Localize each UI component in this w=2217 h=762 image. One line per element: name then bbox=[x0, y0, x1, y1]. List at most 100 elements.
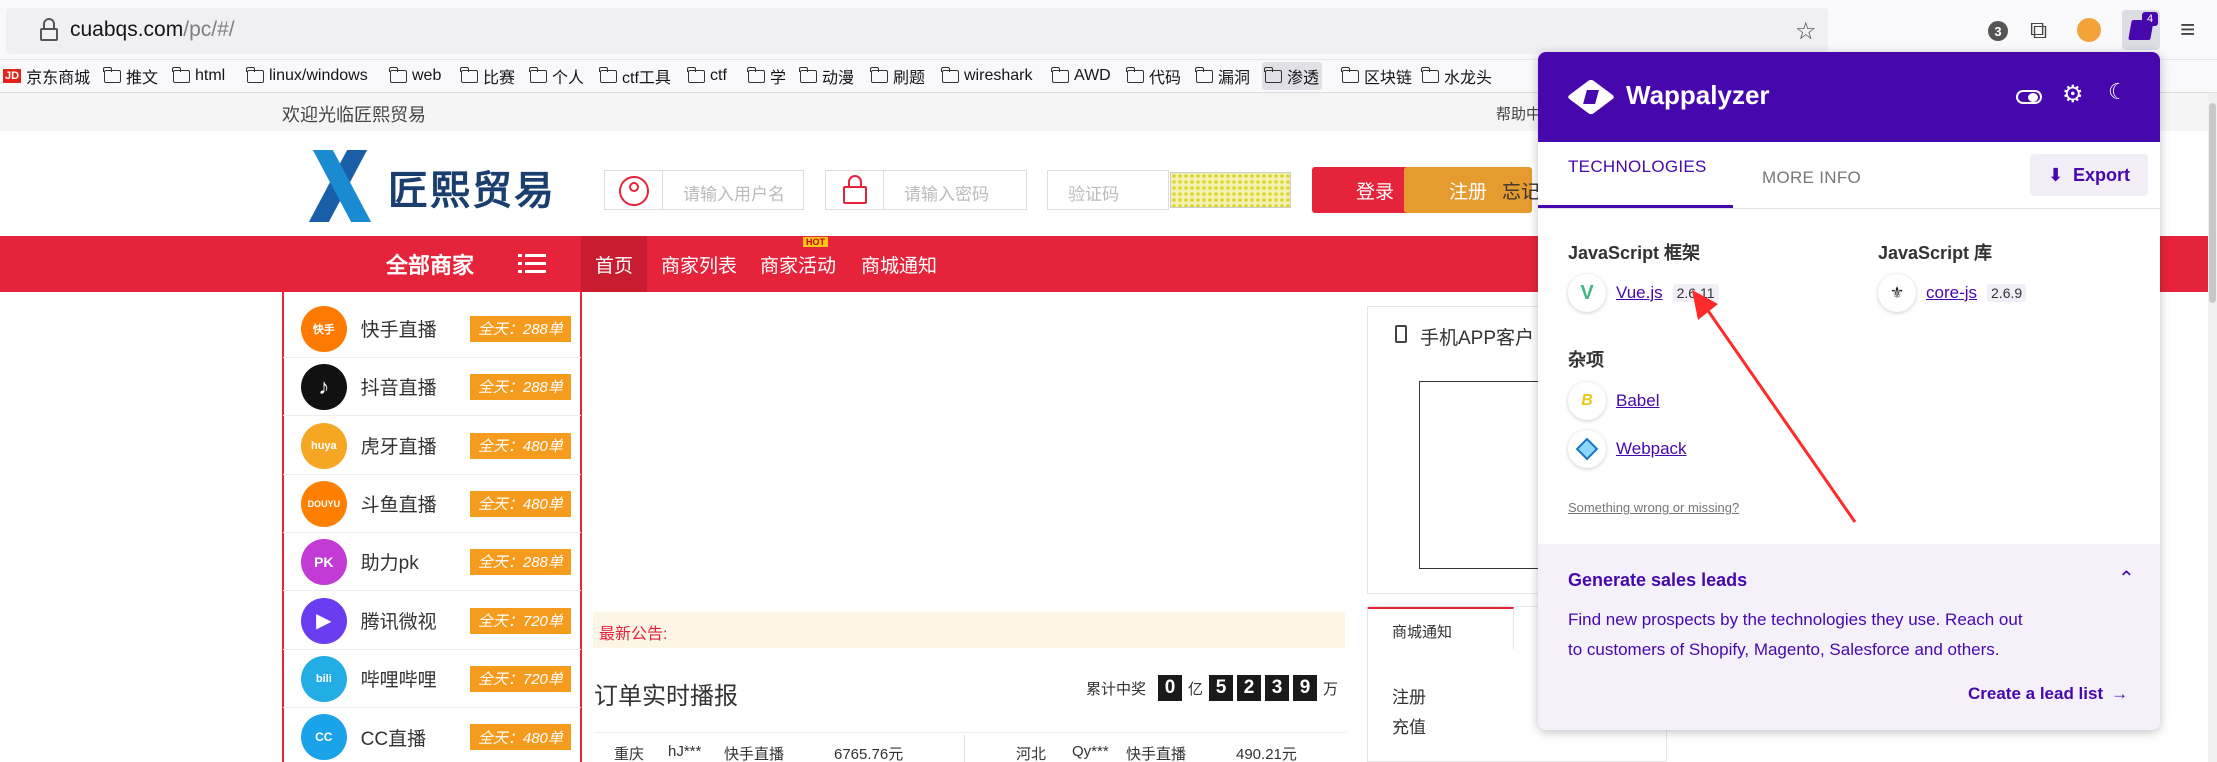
scrollbar-thumb[interactable] bbox=[2209, 103, 2216, 303]
cc-icon: CC bbox=[301, 714, 347, 760]
merchant-item[interactable]: CC CC直播 全天：480单 bbox=[283, 708, 581, 762]
bookmark-folder[interactable]: wireshark bbox=[941, 62, 1032, 90]
counter-badge-icon[interactable]: 3 bbox=[1988, 21, 2008, 41]
bookmark-folder[interactable]: html bbox=[172, 62, 225, 90]
export-label: Export bbox=[2073, 164, 2131, 185]
create-lead-list-link[interactable]: Create a lead list → bbox=[1968, 684, 2128, 704]
bookmark-folder[interactable]: web bbox=[389, 62, 442, 90]
settings-gear-icon[interactable]: ⚙ bbox=[2062, 80, 2084, 109]
site-logo[interactable]: 匠熙贸易 bbox=[296, 150, 566, 222]
order-amount: 490.21元 bbox=[1236, 746, 1297, 762]
order-region: 河北 bbox=[1016, 746, 1047, 762]
order-user: Qy*** bbox=[1072, 743, 1109, 760]
extensions-puzzle-icon[interactable]: ⧉ bbox=[2030, 17, 2047, 45]
collapse-chevron-up-icon[interactable]: ⌃ bbox=[2118, 566, 2135, 591]
folder-icon bbox=[1051, 66, 1069, 83]
menu-icon[interactable]: ≡ bbox=[2180, 14, 2195, 45]
merchant-name: 腾讯微视 bbox=[360, 612, 437, 633]
export-button[interactable]: ⬇ Export bbox=[2030, 154, 2148, 196]
bookmark-folder[interactable]: ctf工具 bbox=[599, 62, 671, 90]
bookmark-label: ctf bbox=[710, 67, 727, 84]
captcha-image[interactable] bbox=[1170, 172, 1291, 208]
password-field[interactable]: 请输入密码 bbox=[825, 170, 1027, 210]
merchant-item[interactable]: huya 虎牙直播 全天：480单 bbox=[283, 417, 581, 475]
captcha-field[interactable]: 验证码 bbox=[1047, 170, 1169, 210]
total-digit: 0 bbox=[1158, 675, 1183, 701]
bookmark-folder[interactable]: 渗透 bbox=[1262, 62, 1323, 90]
notice-bar: 最新公告: bbox=[593, 612, 1345, 648]
bookmark-folder[interactable]: 学 bbox=[747, 62, 786, 90]
bookmark-folder[interactable]: 推文 bbox=[103, 62, 158, 90]
tab-divider bbox=[1538, 208, 2160, 209]
merchant-item[interactable]: ♪ 抖音直播 全天：288单 bbox=[283, 358, 581, 416]
merchant-badge: 全天：480单 bbox=[469, 432, 571, 459]
url-bar[interactable] bbox=[6, 8, 1828, 54]
bookmark-folder[interactable]: 刷题 bbox=[870, 62, 925, 90]
extension-count-badge: 4 bbox=[2142, 12, 2158, 26]
bookmark-folder[interactable]: ctf bbox=[687, 62, 727, 90]
merchant-badge: 全天：480单 bbox=[469, 724, 571, 750]
nav-home[interactable]: 首页 bbox=[581, 236, 647, 292]
merchant-item[interactable]: 快手 快手直播 全天：288单 bbox=[283, 300, 581, 358]
toggle-icon[interactable] bbox=[2016, 90, 2042, 104]
username-placeholder: 请输入用户名 bbox=[683, 185, 785, 204]
bookmark-folder[interactable]: AWD bbox=[1051, 62, 1111, 90]
bookmark-folder[interactable]: 动漫 bbox=[799, 62, 854, 90]
dark-mode-moon-icon[interactable]: ☾ bbox=[2108, 79, 2128, 105]
side-link-register[interactable]: 注册 bbox=[1392, 683, 1426, 708]
bookmark-label: web bbox=[412, 67, 442, 84]
tech-item-webpack[interactable]: Webpack bbox=[1568, 430, 1687, 468]
merchant-item[interactable]: PK 助力pk 全天：288单 bbox=[283, 533, 581, 591]
annotation-arrow-line bbox=[1700, 301, 1857, 523]
bookmark-folder[interactable]: linux/windows bbox=[246, 62, 368, 90]
merchant-item[interactable]: bili 哔哩哔哩 全天：720单 bbox=[283, 650, 581, 708]
nav-merchant-list[interactable]: 商家列表 bbox=[661, 236, 737, 292]
category-misc: 杂项 bbox=[1568, 350, 1604, 370]
weishi-icon: ▶ bbox=[301, 597, 347, 644]
merchant-name: 虎牙直播 bbox=[360, 437, 437, 458]
total-digit: 3 bbox=[1265, 675, 1290, 701]
tech-item-corejs[interactable]: ⚜ core-js 2.6.9 bbox=[1878, 274, 2027, 312]
bookmark-folder[interactable]: 代码 bbox=[1126, 62, 1181, 90]
fox-extension-icon[interactable] bbox=[2077, 18, 2101, 42]
wappalyzer-logo-icon bbox=[1566, 74, 1616, 120]
folder-icon bbox=[1421, 66, 1439, 83]
bookmark-star-icon[interactable]: ☆ bbox=[1795, 17, 1817, 46]
bookmark-folder[interactable]: 区块链 bbox=[1341, 62, 1412, 90]
leads-text-line-2: to customers of Shopify, Magento, Salesf… bbox=[1568, 640, 2000, 659]
counter-badge-value: 3 bbox=[1994, 23, 2002, 39]
page-scrollbar[interactable] bbox=[2208, 93, 2217, 762]
url-path: /pc/#/ bbox=[183, 18, 235, 41]
merchant-item[interactable]: ▶ 腾讯微视 全天：720单 bbox=[283, 592, 581, 650]
tab-more-info[interactable]: MORE INFO bbox=[1762, 168, 1861, 188]
kuaishou-icon: 快手 bbox=[301, 305, 347, 352]
order-region: 重庆 bbox=[614, 746, 645, 762]
all-merchants-label[interactable]: 全部商家 bbox=[386, 236, 474, 292]
category-js-library: JavaScript 库 bbox=[1878, 243, 1993, 263]
merchant-name: 快手直播 bbox=[360, 320, 437, 341]
bookmark-folder[interactable]: 漏洞 bbox=[1195, 62, 1250, 90]
tech-item-babel[interactable]: B Babel bbox=[1568, 382, 1659, 420]
merchant-item[interactable]: DOUYU 斗鱼直播 全天：480单 bbox=[283, 475, 581, 533]
username-field[interactable]: 请输入用户名 bbox=[604, 170, 804, 210]
bookmark-item[interactable]: JD 京东商城 bbox=[3, 62, 90, 90]
lock-icon[interactable] bbox=[40, 18, 58, 42]
create-lead-list-label: Create a lead list bbox=[1968, 684, 2104, 703]
tab-technologies[interactable]: TECHNOLOGIES bbox=[1568, 157, 1707, 177]
nav-mall-notice[interactable]: 商城通知 bbox=[861, 236, 937, 292]
hot-badge: HOT bbox=[803, 237, 828, 247]
side-link-recharge[interactable]: 充值 bbox=[1392, 713, 1426, 738]
tech-name: Webpack bbox=[1616, 439, 1687, 458]
help-link[interactable]: 帮助中 bbox=[1496, 103, 1541, 124]
wappalyzer-extension-button[interactable]: 4 bbox=[2122, 10, 2160, 50]
bookmark-folder[interactable]: 个人 bbox=[529, 62, 584, 90]
bookmark-folder[interactable]: 水龙头 bbox=[1421, 62, 1493, 90]
list-menu-icon[interactable] bbox=[518, 252, 546, 276]
forgot-link[interactable]: 忘记 bbox=[1502, 177, 1540, 204]
folder-icon bbox=[172, 66, 190, 83]
bookmark-folder[interactable]: 比赛 bbox=[460, 62, 515, 90]
tab-mall-notice[interactable]: 商城通知 bbox=[1368, 607, 1514, 649]
bookmark-label: 水龙头 bbox=[1444, 70, 1493, 87]
url-text[interactable]: cuabqs.com/pc/#/ bbox=[70, 18, 235, 42]
folder-icon bbox=[1195, 66, 1213, 83]
